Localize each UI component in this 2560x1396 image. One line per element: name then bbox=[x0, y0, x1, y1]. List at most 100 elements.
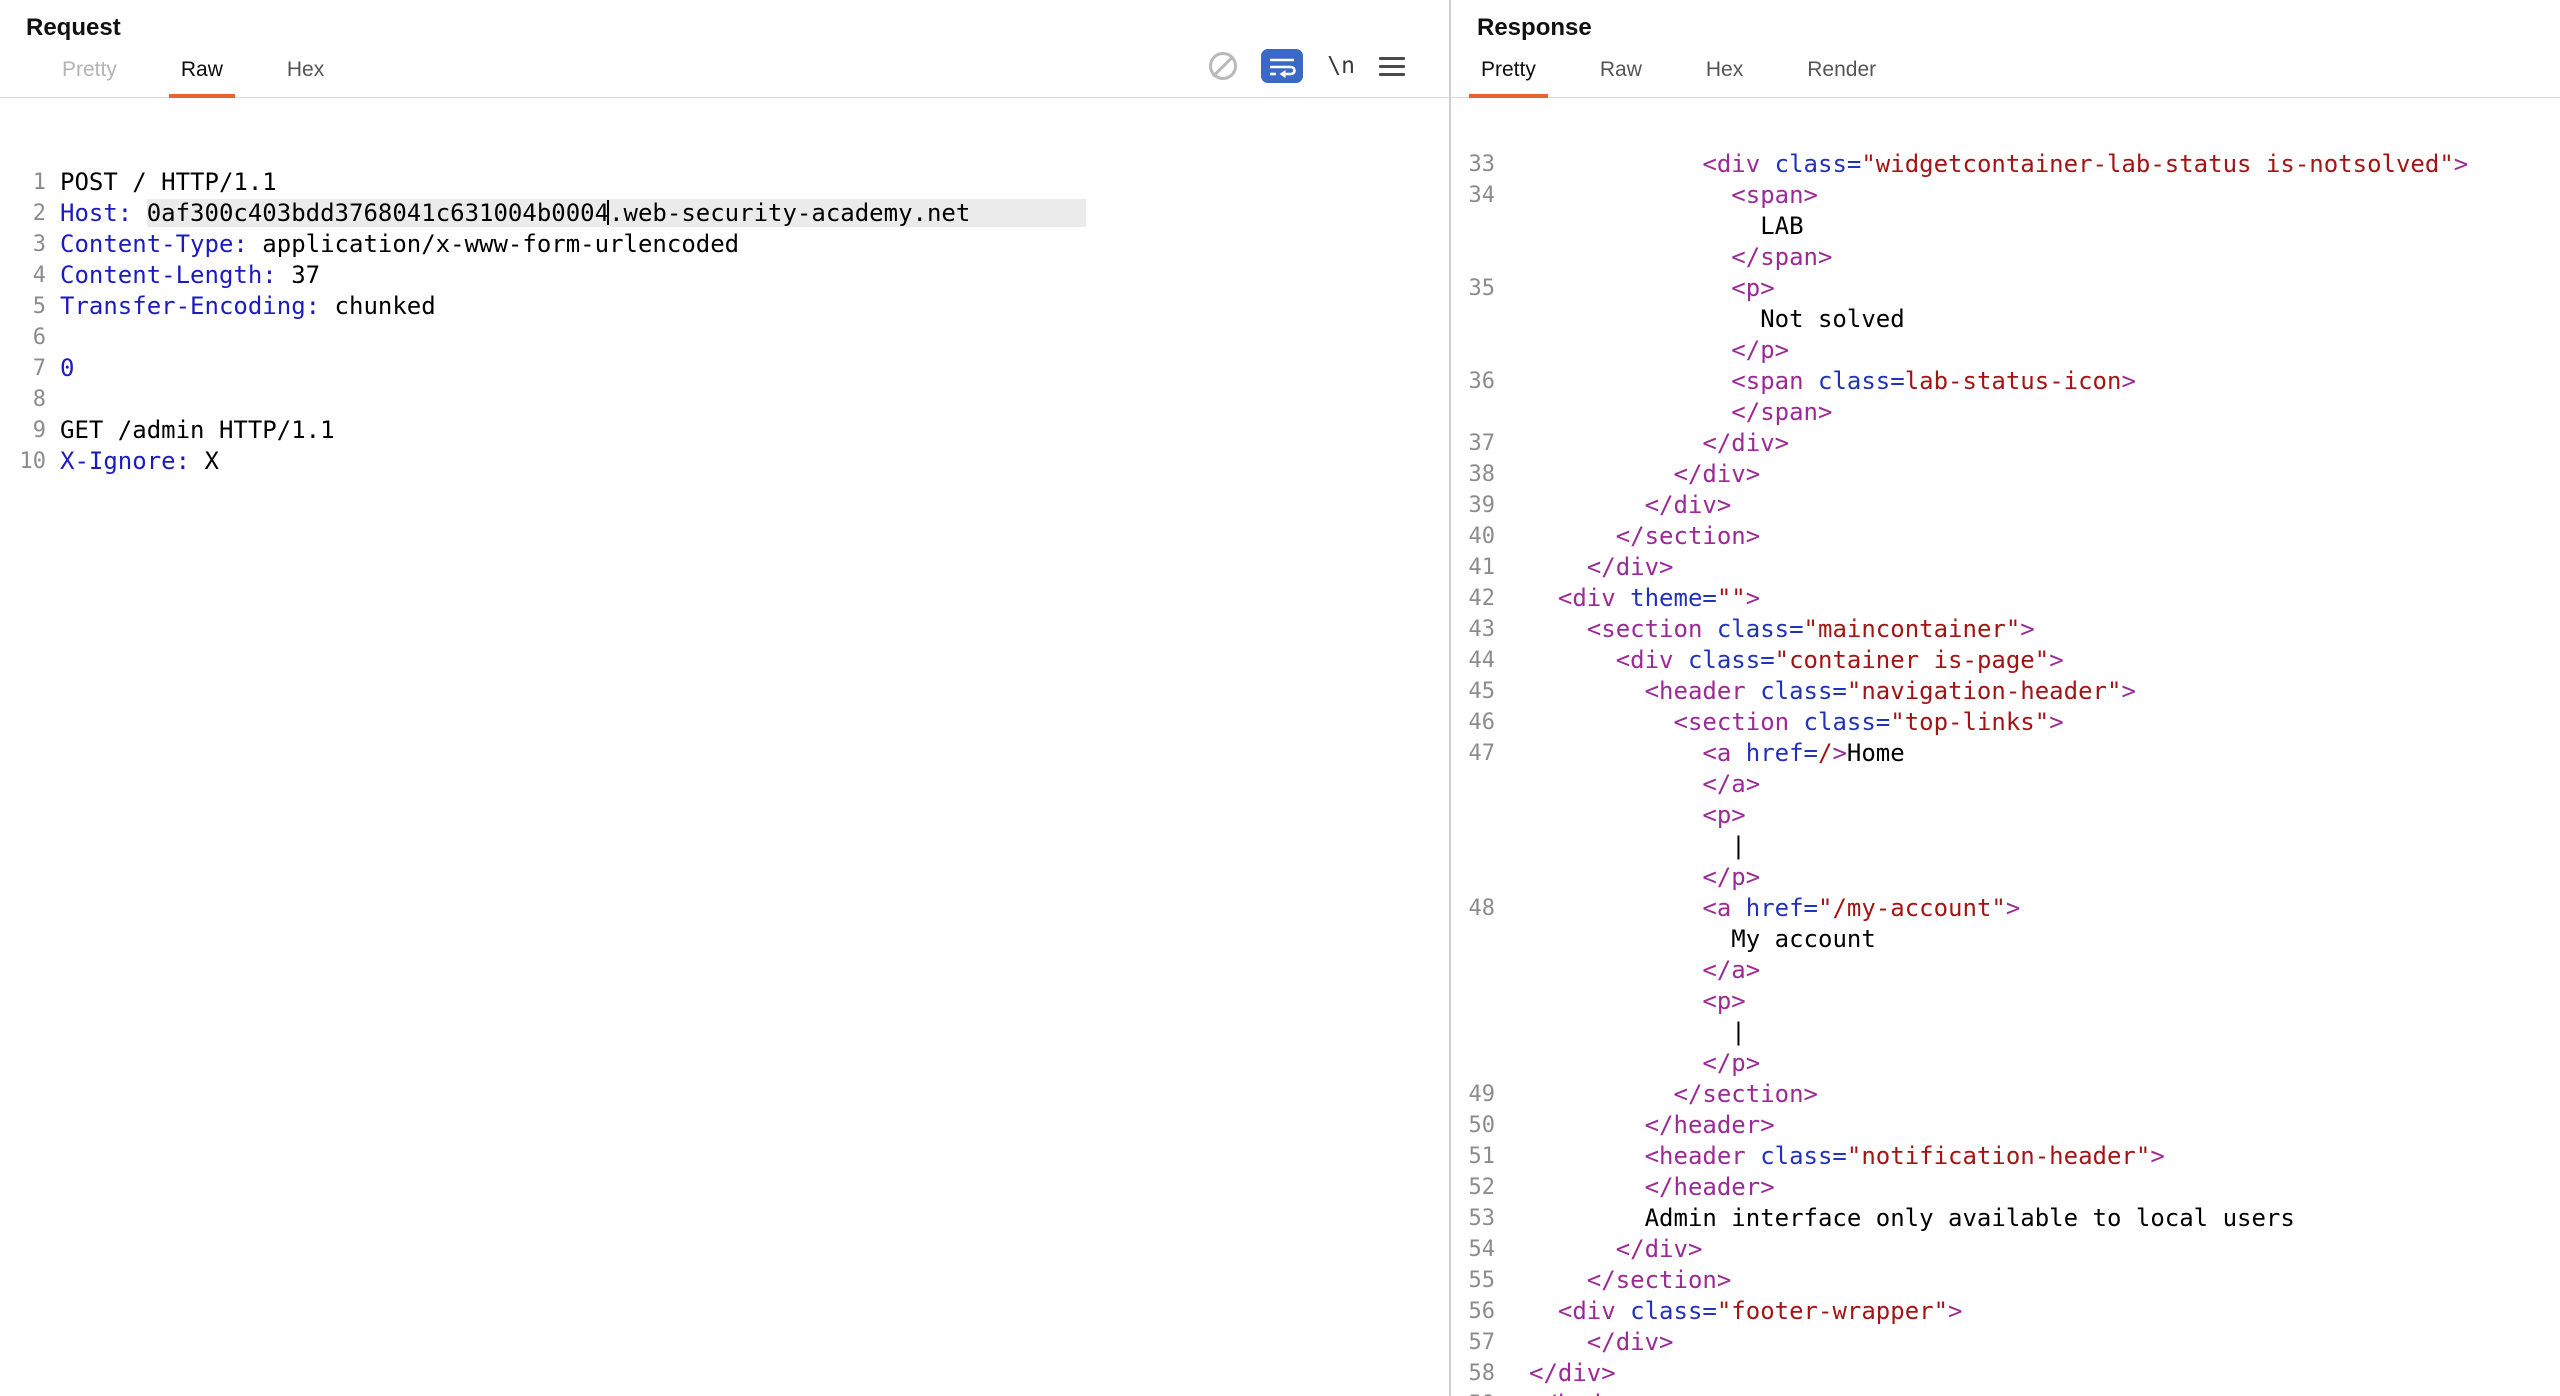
code-line-56[interactable]: 56 <div class="footer-wrapper"> bbox=[1451, 1296, 2560, 1327]
code-line-7[interactable]: 70 bbox=[0, 353, 1449, 384]
code-text: </p> bbox=[1529, 862, 1760, 893]
request-code: 1POST / HTTP/1.12Host: 0af300c403bdd3768… bbox=[0, 167, 1449, 477]
code-line-34[interactable]: 34 <span> bbox=[1451, 180, 2560, 211]
code-line-44[interactable]: 44 <div class="container is-page"> bbox=[1451, 645, 2560, 676]
code-text: </section> bbox=[1529, 521, 1760, 552]
code-line-36[interactable]: 36 <span class=lab-status-icon> bbox=[1451, 366, 2560, 397]
code-line-53[interactable]: 53 Admin interface only available to loc… bbox=[1451, 1203, 2560, 1234]
tab-hex[interactable]: Hex bbox=[275, 58, 336, 98]
code-line[interactable]: </a> bbox=[1451, 769, 2560, 800]
highlighting-off-icon[interactable] bbox=[1209, 52, 1237, 80]
code-line-58[interactable]: 58</div> bbox=[1451, 1358, 2560, 1389]
code-line[interactable]: My account bbox=[1451, 924, 2560, 955]
line-number: 52 bbox=[1451, 1172, 1495, 1203]
code-text: </p> bbox=[1529, 335, 1789, 366]
code-line[interactable]: </p> bbox=[1451, 1048, 2560, 1079]
code-line[interactable]: </span> bbox=[1451, 397, 2560, 428]
response-editor[interactable]: 33 <div class="widgetcontainer-lab-statu… bbox=[1451, 99, 2560, 1396]
line-number: 6 bbox=[0, 322, 46, 353]
tab-raw[interactable]: Raw bbox=[169, 58, 235, 98]
line-number: 35 bbox=[1451, 273, 1495, 304]
code-line-50[interactable]: 50 </header> bbox=[1451, 1110, 2560, 1141]
code-line-54[interactable]: 54 </div> bbox=[1451, 1234, 2560, 1265]
code-line[interactable]: <p> bbox=[1451, 800, 2560, 831]
code-line-1[interactable]: 1POST / HTTP/1.1 bbox=[0, 167, 1449, 198]
code-line-40[interactable]: 40 </section> bbox=[1451, 521, 2560, 552]
code-text: <a href="/my-account"> bbox=[1529, 893, 2020, 924]
code-line[interactable]: </p> bbox=[1451, 335, 2560, 366]
code-line-49[interactable]: 49 </section> bbox=[1451, 1079, 2560, 1110]
code-line-52[interactable]: 52 </header> bbox=[1451, 1172, 2560, 1203]
line-number bbox=[1451, 1017, 1495, 1048]
code-line-5[interactable]: 5Transfer-Encoding: chunked bbox=[0, 291, 1449, 322]
code-line-4[interactable]: 4Content-Length: 37 bbox=[0, 260, 1449, 291]
code-text: </header> bbox=[1529, 1172, 1775, 1203]
code-text: </header> bbox=[1529, 1110, 1775, 1141]
tab-raw[interactable]: Raw bbox=[1588, 58, 1654, 98]
code-text: </div> bbox=[1529, 552, 1674, 583]
line-number: 33 bbox=[1451, 149, 1495, 180]
code-line[interactable]: </span> bbox=[1451, 242, 2560, 273]
code-line-39[interactable]: 39 </div> bbox=[1451, 490, 2560, 521]
code-text: | bbox=[1529, 1017, 1746, 1048]
code-line[interactable]: | bbox=[1451, 1017, 2560, 1048]
code-line-8[interactable]: 8 bbox=[0, 384, 1449, 415]
response-panel: Response PrettyRawHexRender 33 <div clas… bbox=[1451, 0, 2560, 1396]
code-line-33[interactable]: 33 <div class="widgetcontainer-lab-statu… bbox=[1451, 149, 2560, 180]
line-number: 3 bbox=[0, 229, 46, 260]
code-text: </div> bbox=[1529, 428, 1789, 459]
request-editor[interactable]: 1POST / HTTP/1.12Host: 0af300c403bdd3768… bbox=[0, 99, 1449, 1396]
code-line-3[interactable]: 3Content-Type: application/x-www-form-ur… bbox=[0, 229, 1449, 260]
code-line-55[interactable]: 55 </section> bbox=[1451, 1265, 2560, 1296]
line-number bbox=[1451, 304, 1495, 335]
code-text: <span class=lab-status-icon> bbox=[1529, 366, 2136, 397]
show-newlines-icon[interactable]: \n bbox=[1327, 53, 1355, 79]
tab-pretty[interactable]: Pretty bbox=[50, 58, 129, 98]
code-line-57[interactable]: 57 </div> bbox=[1451, 1327, 2560, 1358]
code-line[interactable]: <p> bbox=[1451, 986, 2560, 1017]
code-line-38[interactable]: 38 </div> bbox=[1451, 459, 2560, 490]
code-line-46[interactable]: 46 <section class="top-links"> bbox=[1451, 707, 2560, 738]
request-panel-title: Request bbox=[26, 14, 121, 42]
line-number bbox=[1451, 242, 1495, 273]
slash-bar bbox=[1212, 55, 1234, 77]
code-line[interactable]: </a> bbox=[1451, 955, 2560, 986]
code-line-45[interactable]: 45 <header class="navigation-header"> bbox=[1451, 676, 2560, 707]
code-line[interactable]: </p> bbox=[1451, 862, 2560, 893]
code-line-6[interactable]: 6 bbox=[0, 322, 1449, 353]
code-line-9[interactable]: 9GET /admin HTTP/1.1 bbox=[0, 415, 1449, 446]
menu-bar bbox=[1379, 73, 1405, 76]
code-line-35[interactable]: 35 <p> bbox=[1451, 273, 2560, 304]
word-wrap-icon[interactable] bbox=[1261, 49, 1303, 83]
line-number: 53 bbox=[1451, 1203, 1495, 1234]
line-number bbox=[1451, 831, 1495, 862]
code-line-51[interactable]: 51 <header class="notification-header"> bbox=[1451, 1141, 2560, 1172]
tab-hex[interactable]: Hex bbox=[1694, 58, 1755, 98]
request-panel-header: Request Pretty Raw Hex \n bbox=[0, 0, 1449, 98]
tab-pretty[interactable]: Pretty bbox=[1469, 58, 1548, 98]
code-line-41[interactable]: 41 </div> bbox=[1451, 552, 2560, 583]
code-line-43[interactable]: 43 <section class="maincontainer"> bbox=[1451, 614, 2560, 645]
code-text: X-Ignore: X bbox=[60, 446, 219, 477]
tab-render[interactable]: Render bbox=[1795, 58, 1888, 98]
line-number bbox=[1451, 769, 1495, 800]
line-number: 41 bbox=[1451, 552, 1495, 583]
code-line-10[interactable]: 10X-Ignore: X bbox=[0, 446, 1449, 477]
code-line-47[interactable]: 47 <a href=/>Home bbox=[1451, 738, 2560, 769]
code-line-42[interactable]: 42 <div theme=""> bbox=[1451, 583, 2560, 614]
editor-menu-icon[interactable] bbox=[1379, 57, 1405, 76]
line-number: 46 bbox=[1451, 707, 1495, 738]
code-line[interactable]: LAB bbox=[1451, 211, 2560, 242]
response-tabs: Pretty Raw Hex Render bbox=[1469, 58, 1888, 98]
line-number bbox=[1451, 800, 1495, 831]
code-line-59[interactable]: 59</body> bbox=[1451, 1389, 2560, 1396]
code-text: </div> bbox=[1529, 459, 1760, 490]
code-line[interactable]: Not solved bbox=[1451, 304, 2560, 335]
code-line[interactable]: | bbox=[1451, 831, 2560, 862]
code-line-48[interactable]: 48 <a href="/my-account"> bbox=[1451, 893, 2560, 924]
message-editor-split-view: Request PrettyRawHex \n 1POST / H bbox=[0, 0, 2560, 1396]
code-line-2[interactable]: 2Host: 0af300c403bdd3768041c631004b0004.… bbox=[0, 198, 1449, 229]
line-number: 36 bbox=[1451, 366, 1495, 397]
code-line-37[interactable]: 37 </div> bbox=[1451, 428, 2560, 459]
code-text: <a href=/>Home bbox=[1529, 738, 1905, 769]
